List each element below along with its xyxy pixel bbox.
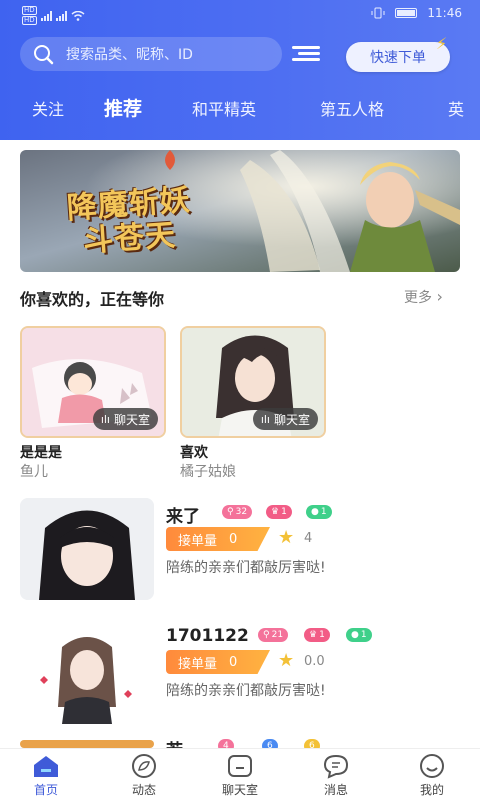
home-icon <box>34 756 58 777</box>
badge-online: ● 1 <box>346 628 372 642</box>
badge-value: 1 <box>281 507 287 517</box>
companion-avatar <box>20 622 154 724</box>
tab-more-games[interactable]: 英 <box>448 96 464 120</box>
moments-icon <box>132 754 156 778</box>
key-icon: ⚲ <box>263 630 270 640</box>
companion-bio: 陪练的亲亲们都敲厉害哒! <box>166 560 326 576</box>
quick-order-button[interactable]: 快速下单 <box>346 42 450 72</box>
badge-value: 1 <box>360 630 367 640</box>
signal-icon <box>55 10 67 21</box>
menu-icon[interactable] <box>292 46 320 62</box>
order-count-label: 接单量 <box>178 533 218 549</box>
companion-photo[interactable] <box>20 498 154 600</box>
trophy-icon: ♛ <box>309 630 318 640</box>
card-name: 是是是 <box>20 445 62 461</box>
section-title: 你喜欢的，正在等你 <box>20 290 165 309</box>
hd-chip: HD <box>22 16 37 25</box>
voice-bars-icon: ılı <box>260 412 270 426</box>
voice-bars-icon: ılı <box>100 412 110 426</box>
nav-home[interactable]: 首页 <box>16 753 76 798</box>
tab-peace-elite[interactable]: 和平精英 <box>192 96 256 120</box>
badge-level: ⚲ 21 <box>258 628 289 642</box>
companion-photo[interactable] <box>20 740 154 748</box>
status-bar: HD HD 11:46 <box>0 0 480 28</box>
badge-trophy: ♛ 1 <box>304 628 330 642</box>
card-subtitle: 橘子姑娘 <box>180 464 236 480</box>
badge-level: ⚲ 32 <box>222 505 253 519</box>
nav-label: 消息 <box>323 783 348 797</box>
bottom-nav: 首页 动态 聊天室 消息 我的 <box>0 748 480 800</box>
order-count-badge: 接单量 0 <box>166 650 270 674</box>
badge-value: 1 <box>319 630 325 640</box>
companion-avatar <box>20 498 154 600</box>
app-header: HD HD 11:46 搜索品类、昵称、ID 快速下单 ⚡ 关注 推荐 和平精英… <box>0 0 480 140</box>
hd-chip: HD <box>22 6 37 15</box>
order-count-label: 接单量 <box>178 656 218 672</box>
nav-label: 聊天室 <box>221 783 258 797</box>
profile-icon <box>420 754 444 778</box>
category-tabs: 关注 推荐 和平精英 第五人格 英 <box>0 96 480 126</box>
companion-photo[interactable] <box>20 622 154 724</box>
badge-value: 1 <box>320 507 327 517</box>
card-tag: ılı 聊天室 <box>92 408 158 430</box>
search-icon <box>34 45 54 65</box>
card-tag-label: 聊天室 <box>113 412 150 427</box>
card-tag: ılı 聊天室 <box>252 408 318 430</box>
more-link[interactable]: 更多 › <box>404 287 443 307</box>
nav-chatroom[interactable]: 聊天室 <box>210 753 270 798</box>
badge-value: 21 <box>271 630 284 640</box>
tab-recommend[interactable]: 推荐 <box>104 94 142 121</box>
search-input[interactable]: 搜索品类、昵称、ID <box>66 44 193 64</box>
card-tag-label: 聊天室 <box>273 412 310 427</box>
badge-trophy: ♛ 1 <box>266 505 292 519</box>
key-icon: ⚲ <box>227 507 234 517</box>
lightning-icon: ⚡ <box>436 34 448 53</box>
chatroom-card[interactable]: ılı 聊天室 <box>180 326 326 438</box>
star-icon: ★ <box>278 650 295 671</box>
nav-label: 我的 <box>419 783 444 797</box>
nav-messages[interactable]: 消息 <box>306 753 366 798</box>
more-label: 更多 <box>404 290 432 306</box>
trophy-icon: ♛ <box>271 507 280 517</box>
battery-icon <box>395 8 418 18</box>
promo-banner[interactable]: 降魔斩妖 斗苍天 <box>20 150 460 272</box>
badge-value: 32 <box>235 507 248 517</box>
wifi-icon <box>71 10 85 21</box>
signal-icon <box>40 10 52 21</box>
order-count-value: 0 <box>229 531 238 547</box>
chatroom-icon <box>228 755 252 777</box>
search-bar[interactable]: 搜索品类、昵称、ID <box>20 37 282 71</box>
banner-title: 降魔斩妖 斗苍天 <box>66 183 194 260</box>
card-name: 喜欢 <box>180 445 208 461</box>
rating-value: 0.0 <box>304 654 325 669</box>
nav-label: 动态 <box>131 783 156 797</box>
companion-name: 来了 <box>166 507 200 527</box>
nav-moments[interactable]: 动态 <box>114 753 174 798</box>
tab-follow[interactable]: 关注 <box>32 96 64 120</box>
chevron-right-icon: › <box>436 287 443 306</box>
dot-icon: ● <box>311 507 319 517</box>
chatroom-card[interactable]: ılı 聊天室 <box>20 326 166 438</box>
rating-value: 4 <box>304 531 313 546</box>
companion-bio: 陪练的亲亲们都敲厉害哒! <box>166 683 326 699</box>
message-icon <box>323 754 349 779</box>
status-time: 11:46 <box>427 6 462 20</box>
badge-online: ● 1 <box>306 505 332 519</box>
tab-identity-v[interactable]: 第五人格 <box>320 96 384 120</box>
card-subtitle: 鱼儿 <box>20 464 48 480</box>
dot-icon: ● <box>351 630 359 640</box>
nav-profile[interactable]: 我的 <box>402 753 462 798</box>
nav-label: 首页 <box>33 783 58 797</box>
order-count-badge: 接单量 0 <box>166 527 270 551</box>
order-count-value: 0 <box>229 654 238 670</box>
vibrate-icon <box>371 7 385 19</box>
star-icon: ★ <box>278 527 295 548</box>
companion-name: 1701122 <box>166 626 249 646</box>
